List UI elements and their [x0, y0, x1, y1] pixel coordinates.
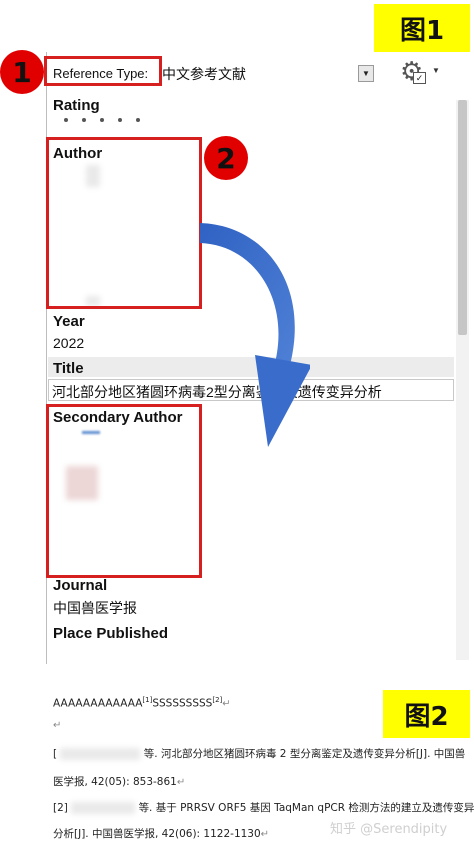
- document-citation-line: AAAAAAAAAAAA[1]SSSSSSSSS[2]↵: [53, 696, 231, 710]
- rating-dot[interactable]: [136, 118, 140, 122]
- reference-1-text-cont: 医学报, 42(05): 853-861: [53, 776, 177, 788]
- paragraph-mark-icon: ↵: [176, 777, 186, 788]
- title-label: Title: [53, 360, 84, 377]
- citation-text: SSSSSSSSS: [152, 697, 213, 710]
- reference-2-text: 等. 基于 PRRSV ORF5 基因 TaqMan qPCR 检测方法的建立及…: [138, 802, 474, 814]
- rating-dot[interactable]: [118, 118, 122, 122]
- paragraph-mark-line: ↵: [53, 719, 61, 731]
- citation-marker: [2]: [212, 696, 223, 704]
- figure-2-tag: 图2: [383, 690, 470, 738]
- journal-value[interactable]: 中国兽医学报: [53, 598, 137, 618]
- curved-arrow-icon: [200, 223, 310, 447]
- reference-1-text: 等. 河北部分地区猪圆环病毒 2 型分离鉴定及遗传变异分析[J]. 中国兽: [143, 748, 466, 760]
- annotation-box-reference-type: [44, 56, 162, 86]
- rating-stars[interactable]: [64, 118, 140, 122]
- reference-2-line-2: 分析[J]. 中国兽医学报, 42(06): 1122-1130↵: [53, 826, 269, 841]
- year-label: Year: [53, 313, 85, 330]
- chevron-down-icon[interactable]: ▼: [432, 66, 440, 75]
- paragraph-mark-icon: ↵: [222, 698, 231, 710]
- year-value[interactable]: 2022: [53, 335, 84, 351]
- paragraph-mark-icon: ↵: [53, 720, 62, 731]
- rating-label: Rating: [53, 97, 100, 114]
- reference-2-number: [2]: [53, 802, 68, 814]
- watermark: 知乎 @Serendipity: [330, 822, 448, 837]
- scrollbar-thumb[interactable]: [458, 100, 467, 335]
- blurred-reference-author: [71, 802, 136, 814]
- checkbox-icon: ✓: [413, 72, 426, 84]
- reference-1-number: [: [53, 748, 58, 760]
- rating-dot[interactable]: [100, 118, 104, 122]
- rating-dot[interactable]: [82, 118, 86, 122]
- reference-1-line-2: 医学报, 42(05): 853-861↵: [53, 774, 185, 789]
- citation-text: AAAAAAAAAAAA: [53, 697, 143, 710]
- reference-2-text-cont: 分析[J]. 中国兽医学报, 42(06): 1122-1130: [53, 828, 261, 840]
- reference-type-select[interactable]: 中文参考文献: [162, 64, 246, 84]
- reference-2-line-1: [2] 等. 基于 PRRSV ORF5 基因 TaqMan qPCR 检测方法…: [53, 800, 474, 815]
- place-published-label: Place Published: [53, 625, 169, 642]
- annotation-badge-2: 2: [204, 136, 248, 180]
- blurred-reference-author: [60, 748, 141, 760]
- vertical-scrollbar[interactable]: [456, 100, 469, 660]
- citation-marker: [1]: [142, 696, 153, 704]
- figure-1-tag: 图1: [374, 4, 470, 52]
- journal-label: Journal: [53, 577, 108, 594]
- paragraph-mark-icon: ↵: [260, 829, 270, 840]
- reference-1-line-1: [ 等. 河北部分地区猪圆环病毒 2 型分离鉴定及遗传变异分析[J]. 中国兽: [53, 746, 465, 761]
- rating-dot[interactable]: [64, 118, 68, 122]
- dropdown-arrow-icon[interactable]: ▼: [358, 65, 374, 82]
- annotation-badge-1: 1: [0, 50, 44, 94]
